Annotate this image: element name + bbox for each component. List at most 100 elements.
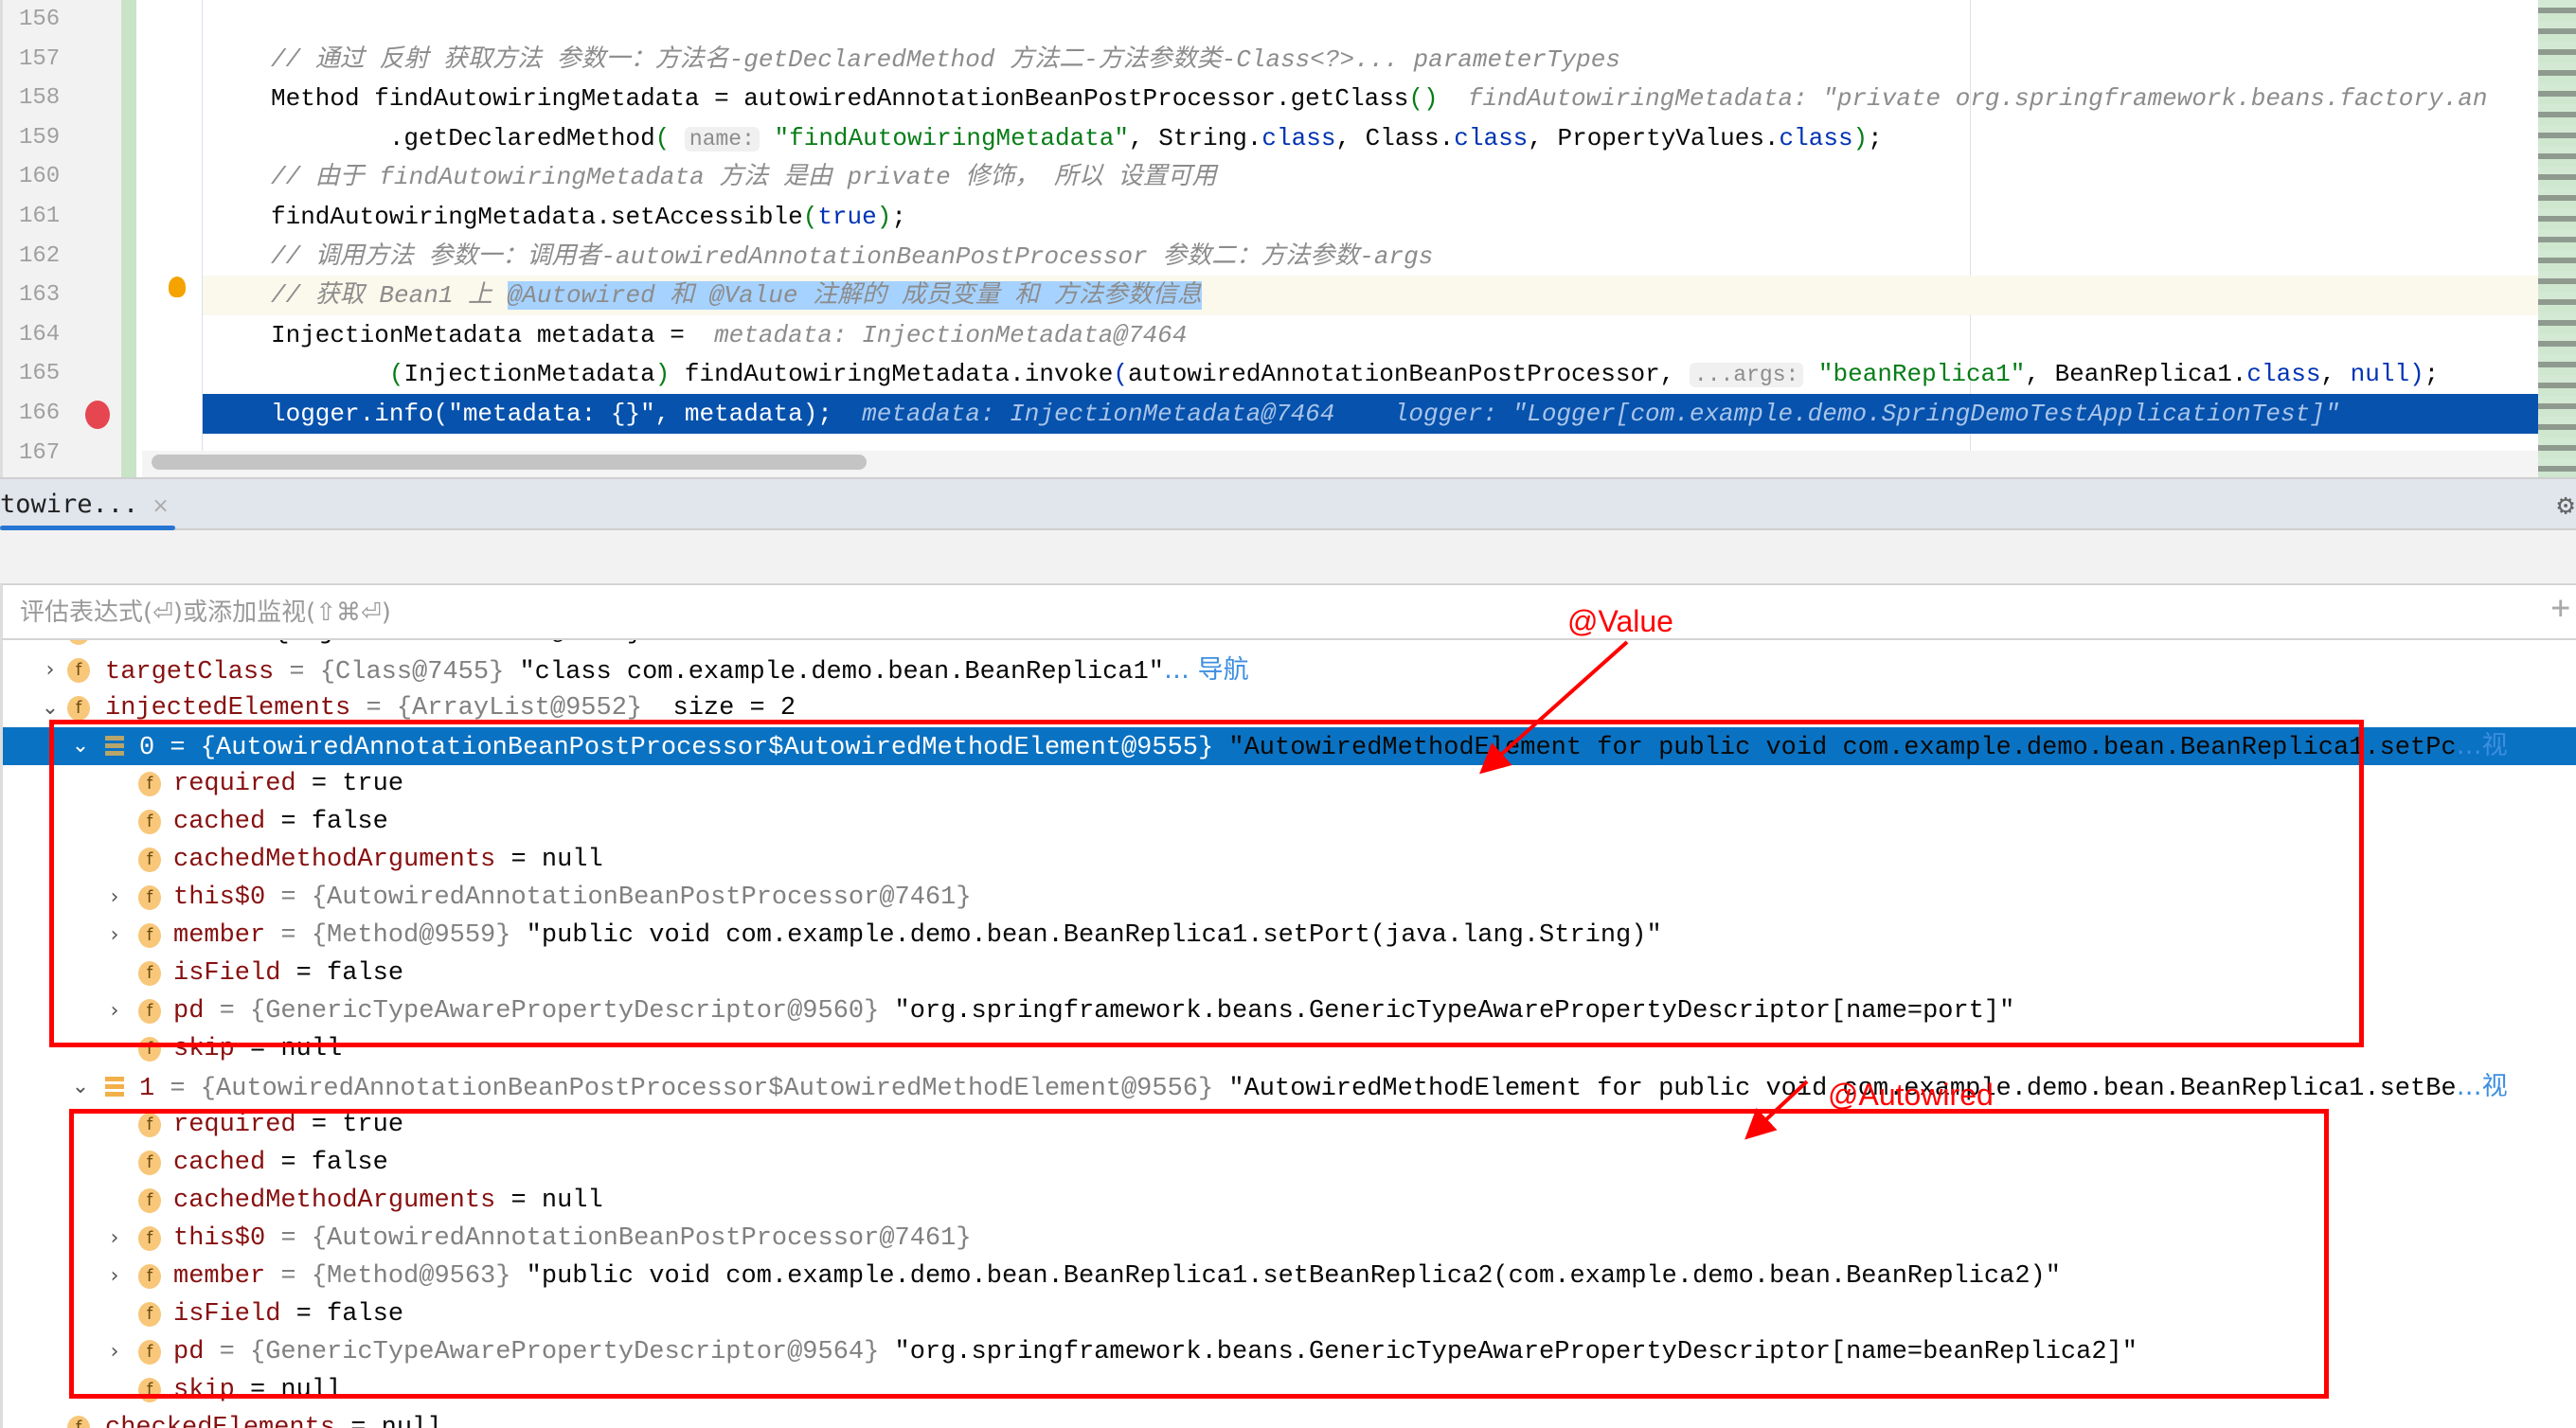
variable-name: targetClass — [105, 658, 275, 687]
variable-entry: required = true — [173, 1106, 403, 1144]
collapse-arrow-icon[interactable]: ⌄ — [71, 727, 90, 765]
array-element-icon — [105, 736, 124, 757]
line-number[interactable]: 158 — [19, 79, 76, 118]
line-number[interactable]: 165 — [19, 354, 76, 394]
tree-row[interactable]: f isField = false — [3, 955, 2576, 992]
line-number[interactable]: 163 — [19, 276, 76, 315]
evaluate-expression-input[interactable]: 评估表达式(⏎)或添加监视(⇧⌘⏎) — [20, 593, 391, 628]
expand-arrow-icon[interactable]: › — [105, 1333, 124, 1371]
navigate-link[interactable]: …视 — [2457, 1072, 2508, 1101]
line-number[interactable]: 167 — [19, 434, 76, 473]
line-number[interactable]: 164 — [19, 315, 76, 355]
field-icon: f — [138, 923, 161, 948]
line-number[interactable]: 160 — [19, 157, 76, 197]
tree-row[interactable]: f checkedElements = null — [3, 1409, 2576, 1428]
tree-row[interactable]: f isField = false — [3, 1295, 2576, 1333]
tree-row[interactable]: › f targetClass = {Class@7455} "class com.… — [3, 652, 2576, 689]
field-icon: f — [138, 1340, 161, 1365]
expand-arrow-icon[interactable]: › — [105, 1220, 124, 1258]
expand-arrow-icon[interactable]: › — [105, 879, 124, 917]
field-icon: f — [67, 658, 90, 683]
expand-arrow-icon[interactable]: › — [41, 652, 60, 689]
code-line[interactable]: (InjectionMetadata) findAutowiringMetada… — [203, 354, 2538, 394]
variable-name: injectedElements — [105, 694, 351, 723]
code-line[interactable]: InjectionMetadata metadata = metadata: I… — [203, 315, 2538, 355]
line-number[interactable]: 162 — [19, 237, 76, 277]
add-watch-icon[interactable]: + — [2551, 589, 2570, 627]
tree-row[interactable]: › f pd = {GenericTypeAwarePropertyDescript… — [3, 1333, 2576, 1371]
line-number[interactable]: 161 — [19, 197, 76, 237]
tab-debug-session[interactable]: towire... × — [0, 479, 170, 530]
breakpoint-icon[interactable] — [85, 401, 110, 429]
intention-bulb-icon[interactable] — [169, 277, 186, 297]
navigate-link[interactable]: …视 — [2457, 731, 2508, 760]
variable-type: = {GenericTypeAwarePropertyDescriptor@95… — [204, 1338, 895, 1366]
tree-row[interactable]: f skip = null — [3, 1371, 2576, 1409]
tree-row[interactable]: f required = true — [3, 765, 2576, 803]
line-number[interactable]: 156 — [19, 0, 76, 40]
tree-row[interactable]: › f member = {Method@9559} "public void co… — [3, 917, 2576, 955]
tree-row[interactable]: f cachedMethodArguments = null — [3, 841, 2576, 879]
evaluate-expression-field[interactable]: 评估表达式(⏎)或添加监视(⇧⌘⏎) + — [0, 583, 2576, 640]
field-icon: f — [67, 1416, 90, 1428]
tree-row[interactable]: f metadata = {InjectionMetadata@7464} — [3, 640, 2576, 652]
tree-row[interactable]: f cached = false — [3, 1144, 2576, 1182]
debug-toolbar — [0, 530, 2576, 583]
tree-row[interactable]: f required = true — [3, 1106, 2576, 1144]
close-icon[interactable]: × — [152, 494, 169, 518]
variable-entry: cachedMethodArguments = null — [173, 1182, 603, 1220]
code-token: findAutowiringMetadata.setAccessible — [271, 203, 803, 231]
code-line[interactable]: logger.info("metadata: {}", metadata); m… — [203, 394, 2538, 434]
tree-row[interactable]: f cachedMethodArguments = null — [3, 1182, 2576, 1220]
code-token: ( — [388, 360, 404, 388]
error-stripe[interactable] — [2538, 0, 2576, 477]
tree-row[interactable]: ⌄ 0 = {AutowiredAnnotationBeanPostProcess… — [3, 727, 2576, 765]
inline-debug-value: metadata: InjectionMetadata@7464 — [714, 321, 1188, 349]
navigate-link[interactable]: … 导航 — [1164, 655, 1249, 685]
code-token: logger.info("metadata: {}", metadata); — [271, 400, 863, 428]
variable-value: "public void com.example.demo.bean.BeanR… — [526, 921, 1662, 950]
variable-name: member — [173, 1262, 266, 1291]
code-line[interactable]: Method findAutowiringMetadata = autowire… — [203, 79, 2538, 118]
variable-entry: isField = false — [173, 955, 403, 992]
code-line[interactable]: // 获取 Bean1 上 @Autowired 和 @Value 注解的 成员… — [203, 276, 2538, 315]
variable-value: = null — [234, 1376, 343, 1404]
fold-column — [136, 0, 203, 477]
line-number[interactable]: 157 — [19, 40, 76, 80]
tree-row[interactable]: › f pd = {GenericTypeAwarePropertyDescript… — [3, 992, 2576, 1030]
gear-icon[interactable]: ⚙ — [2557, 489, 2574, 522]
tree-row[interactable]: › f member = {Method@9563} "public void co… — [3, 1258, 2576, 1295]
variable-entry: isField = false — [173, 1295, 403, 1333]
line-number[interactable]: 159 — [19, 118, 76, 158]
horizontal-scrollbar[interactable] — [152, 455, 867, 470]
tree-row[interactable]: ⌄ 1 = {AutowiredAnnotationBeanPostProcess… — [3, 1068, 2576, 1106]
expand-arrow-icon[interactable]: › — [105, 1258, 124, 1295]
line-number[interactable]: 166 — [19, 394, 76, 434]
code-line[interactable]: .getDeclaredMethod( name: "findAutowirin… — [203, 118, 2538, 158]
code-line[interactable] — [203, 0, 2538, 40]
code-editor[interactable]: // 通过 反射 获取方法 参数一：方法名-getDeclaredMethod … — [0, 0, 2576, 477]
variables-tree[interactable]: fmetadata = {InjectionMetadata@7464}›fta… — [0, 640, 2576, 1428]
expand-arrow-icon[interactable]: › — [105, 917, 124, 955]
expand-arrow-icon[interactable]: › — [105, 992, 124, 1030]
collapse-arrow-icon[interactable]: ⌄ — [41, 689, 60, 727]
tree-row[interactable]: f skip = null — [3, 1030, 2576, 1068]
field-icon: f — [138, 1188, 161, 1213]
array-element-icon — [105, 1077, 124, 1098]
variable-name: this$0 — [173, 884, 266, 912]
variable-name: required — [173, 1111, 296, 1139]
inline-debug-value: metadata: InjectionMetadata@7464 logger:… — [862, 400, 2340, 428]
vcs-change-marker — [121, 0, 136, 477]
code-line[interactable]: // 由于 findAutowiringMetadata 方法 是由 priva… — [203, 157, 2538, 197]
code-line[interactable]: // 调用方法 参数一：调用者-autowiredAnnotationBeanP… — [203, 237, 2538, 277]
tree-row[interactable]: › f this$0 = {AutowiredAnnotationBeanPostP… — [3, 879, 2576, 917]
tree-row[interactable]: f cached = false — [3, 803, 2576, 841]
collapse-arrow-icon[interactable]: ⌄ — [71, 1068, 90, 1106]
variable-value: size = 2 — [657, 694, 796, 723]
tree-row[interactable]: ⌄ f injectedElements = {ArrayList@9552} si… — [3, 689, 2576, 727]
code-line[interactable]: // 通过 反射 获取方法 参数一：方法名-getDeclaredMethod … — [203, 40, 2538, 80]
code-line[interactable]: findAutowiringMetadata.setAccessible(tru… — [203, 197, 2538, 237]
tree-row[interactable]: › f this$0 = {AutowiredAnnotationBeanPostP… — [3, 1220, 2576, 1258]
variable-name: metadata — [105, 640, 228, 647]
code-token: class — [1261, 124, 1336, 152]
